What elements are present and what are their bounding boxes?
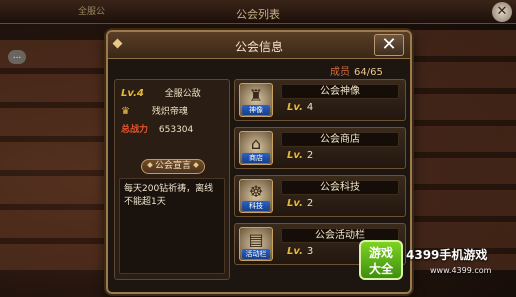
declaration-text: 每天200钻祈祷，离线不能超1天 xyxy=(119,178,225,274)
watermark-logo: 游戏 大全 xyxy=(359,240,403,280)
function-shop[interactable]: ⌂ 商店 公会商店 Lv. 2 xyxy=(234,127,406,169)
guild-info-panel: Lv.4 全服公敌 ♛ 残炽帝魂 总战力 653304 公会宣言 每天200钻祈… xyxy=(114,79,230,280)
function-tech[interactable]: ☸ 科技 公会科技 Lv. 2 xyxy=(234,175,406,217)
function-level: Lv. 4 xyxy=(287,102,314,113)
function-level: Lv. 2 xyxy=(287,150,314,161)
guild-leader: 残炽帝魂 xyxy=(151,107,188,117)
function-name: 公会科技 xyxy=(281,180,399,195)
background-title: 公会列表 xyxy=(236,8,280,21)
guild-level: Lv.4 xyxy=(121,88,144,99)
guild-leader-row: ♛ 残炽帝魂 xyxy=(121,104,225,117)
diamond-icon xyxy=(193,162,199,168)
chat-bubble-icon[interactable]: ... xyxy=(8,50,26,64)
guild-power-label: 总战力 xyxy=(121,125,149,135)
function-statue[interactable]: ♜ 神像 公会神像 Lv. 4 xyxy=(234,79,406,121)
shop-icon: ⌂ 商店 xyxy=(239,131,273,165)
function-level: Lv. 2 xyxy=(287,198,314,209)
tech-icon: ☸ 科技 xyxy=(239,179,273,213)
member-count-value: 64/65 xyxy=(354,67,383,78)
crown-icon: ♛ xyxy=(121,106,130,117)
declaration-label: 公会宣言 xyxy=(154,161,191,171)
watermark-url: www.4399.com xyxy=(430,266,492,275)
diamond-icon xyxy=(147,162,153,168)
guild-rank: 全服公敌 xyxy=(164,89,201,99)
statue-icon: ♜ 神像 xyxy=(239,83,273,117)
function-tag: 活动栏 xyxy=(242,249,270,259)
dialog-title: 公会信息 xyxy=(234,40,283,54)
member-count: 成员 64/65 xyxy=(330,63,383,78)
guild-level-row: Lv.4 全服公敌 xyxy=(121,86,225,99)
dialog-header: 公会信息 ✕ xyxy=(108,32,410,59)
function-name: 公会神像 xyxy=(281,84,399,99)
guild-power-row: 总战力 653304 xyxy=(121,122,225,135)
background-topbar: 全服公 公会列表 ✕ xyxy=(0,0,516,24)
background-bookshelf-left xyxy=(0,40,105,270)
background-close-icon[interactable]: ✕ xyxy=(492,2,512,22)
function-tag: 商店 xyxy=(242,153,270,163)
background-bookshelf-right xyxy=(406,30,516,270)
close-button[interactable]: ✕ xyxy=(374,34,404,56)
member-count-label: 成员 xyxy=(330,67,350,78)
function-tag: 神像 xyxy=(242,105,270,115)
event-board-icon: ▤ 活动栏 xyxy=(239,227,273,261)
background-tab[interactable]: 全服公 xyxy=(78,4,105,17)
function-name: 公会商店 xyxy=(281,132,399,147)
declaration-badge: 公会宣言 xyxy=(141,159,205,174)
function-level: Lv. 3 xyxy=(287,246,314,257)
watermark-text: 4399手机游戏 xyxy=(406,248,488,262)
function-tag: 科技 xyxy=(242,201,270,211)
guild-power: 653304 xyxy=(158,125,194,135)
